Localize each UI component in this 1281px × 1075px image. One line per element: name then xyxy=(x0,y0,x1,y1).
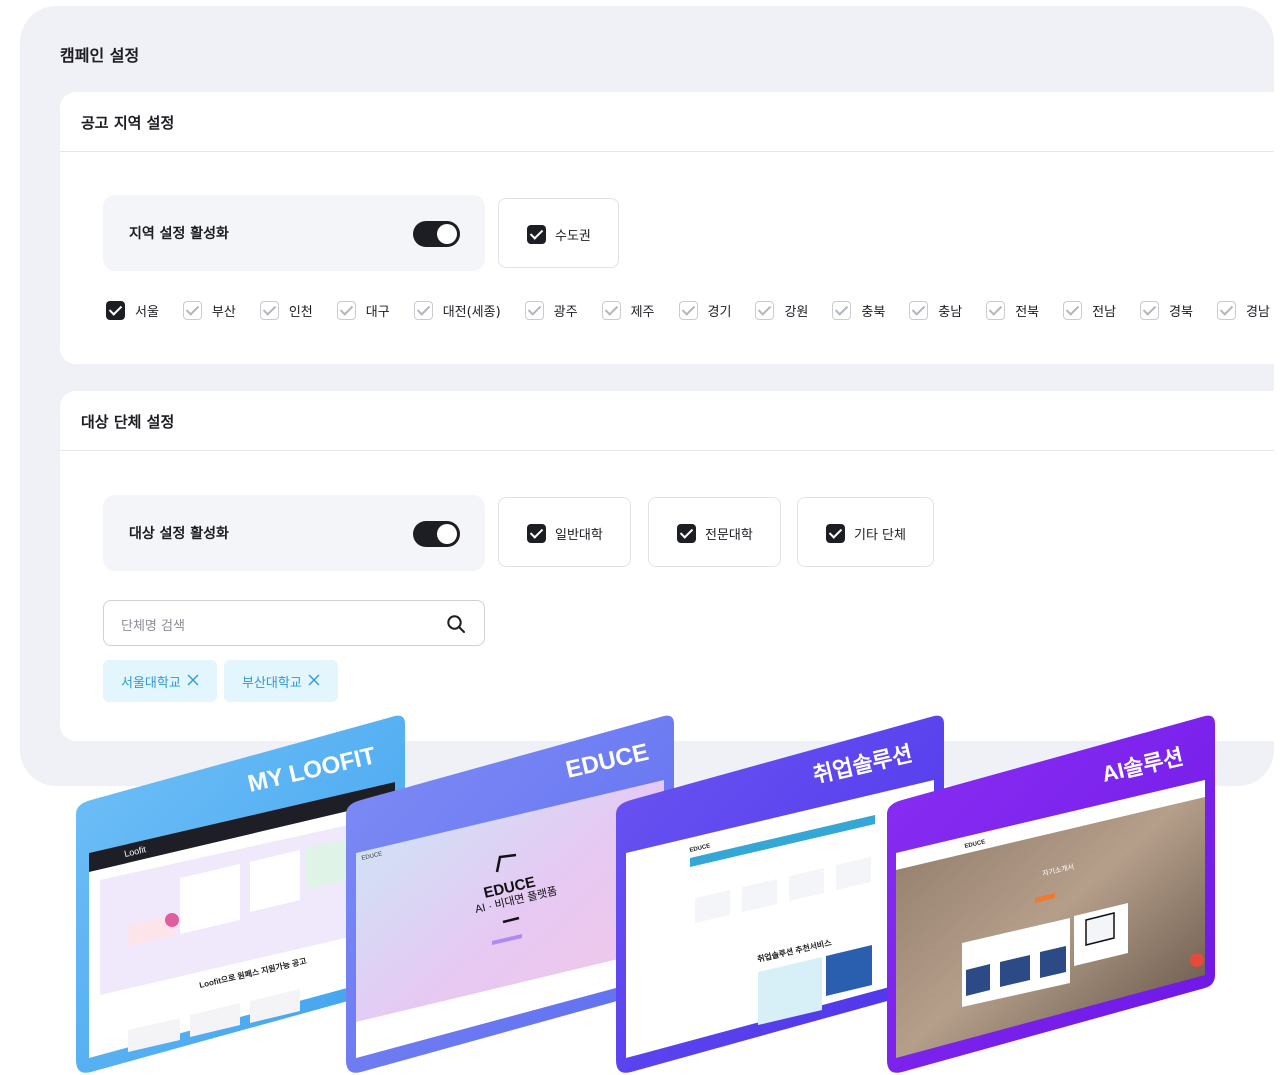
close-icon[interactable] xyxy=(308,674,320,686)
target-settings-card: 대상 단체 설정 대상 설정 활성화 일반대학 전문대학 기타 단체 단체명 검… xyxy=(60,391,1274,741)
region-option-gyeonggi[interactable]: 경기 xyxy=(678,300,731,320)
checkbox-unchecked-icon xyxy=(678,300,698,320)
checkbox-unchecked-icon xyxy=(601,300,621,320)
region-option-chungnam[interactable]: 충남 xyxy=(909,300,962,320)
target-option-university[interactable]: 일반대학 xyxy=(498,497,631,567)
organization-search-input[interactable]: 단체명 검색 xyxy=(103,600,485,646)
checkbox-unchecked-icon xyxy=(413,300,433,320)
brand-showcase: Loofit Loofit으로 원페스 지원가능 공고 MY LOOFIT ED… xyxy=(76,715,1215,1073)
region-option-jeonnam[interactable]: 전남 xyxy=(1063,300,1116,320)
region-option-seoul[interactable]: 서울 xyxy=(106,300,159,320)
checkbox-unchecked-icon xyxy=(182,300,202,320)
region-toggle-switch[interactable] xyxy=(413,221,460,247)
region-option-jeju[interactable]: 제주 xyxy=(601,300,655,320)
region-group-capital[interactable]: 수도권 xyxy=(498,198,619,268)
selected-tag: 서울대학교 xyxy=(103,660,217,702)
checkbox-unchecked-icon xyxy=(832,300,852,320)
checkbox-checked-icon xyxy=(826,524,845,543)
selected-tag: 부산대학교 xyxy=(224,660,338,702)
region-option-gyeongnam[interactable]: 경남 xyxy=(1216,300,1270,320)
toggle-knob xyxy=(437,224,457,244)
target-option-college[interactable]: 전문대학 xyxy=(648,497,781,567)
region-toggle-label: 지역 설정 활성화 xyxy=(129,226,229,242)
checkbox-unchecked-icon xyxy=(524,300,544,320)
region-option-gyeongbuk[interactable]: 경북 xyxy=(1140,300,1193,320)
target-option-other[interactable]: 기타 단체 xyxy=(797,497,934,567)
checkbox-checked-icon xyxy=(527,524,546,543)
region-option-gangwon[interactable]: 강원 xyxy=(755,300,808,320)
checkbox-checked-icon xyxy=(106,300,125,320)
region-option-jeonbuk[interactable]: 전북 xyxy=(986,300,1039,320)
region-option-daegu[interactable]: 대구 xyxy=(336,300,390,320)
region-group-label: 수도권 xyxy=(555,229,591,244)
checkbox-checked-icon xyxy=(527,225,546,244)
checkbox-unchecked-icon xyxy=(909,300,929,320)
search-placeholder: 단체명 검색 xyxy=(121,619,185,634)
region-option-chungbuk[interactable]: 충북 xyxy=(832,300,885,320)
checkbox-unchecked-icon xyxy=(1063,300,1083,320)
checkbox-unchecked-icon xyxy=(1216,300,1236,320)
target-toggle-switch[interactable] xyxy=(413,521,460,547)
target-toggle-panel: 대상 설정 활성화 xyxy=(103,495,485,571)
region-option-gwangju[interactable]: 광주 xyxy=(524,300,578,320)
region-settings-card: 공고 지역 설정 지역 설정 활성화 수도권 서울 부산 인천 대구 대전(세종… xyxy=(60,92,1274,364)
target-settings-heading: 대상 단체 설정 xyxy=(60,391,1274,451)
tag-label: 부산대학교 xyxy=(242,676,302,691)
region-toggle-panel: 지역 설정 활성화 xyxy=(103,195,485,271)
close-icon[interactable] xyxy=(187,674,199,686)
region-settings-heading: 공고 지역 설정 xyxy=(60,92,1274,152)
region-checkbox-list: 서울 부산 인천 대구 대전(세종) 광주 제주 경기 강원 충북 충남 전북 … xyxy=(106,300,1281,320)
checkbox-checked-icon xyxy=(677,524,696,543)
checkbox-unchecked-icon xyxy=(1140,300,1160,320)
region-option-incheon[interactable]: 인천 xyxy=(259,300,313,320)
checkbox-unchecked-icon xyxy=(755,300,775,320)
toggle-knob xyxy=(437,524,457,544)
checkbox-unchecked-icon xyxy=(259,300,279,320)
search-icon[interactable] xyxy=(446,614,466,634)
campaign-panel: 캠페인 설정 공고 지역 설정 지역 설정 활성화 수도권 서울 부산 인천 대… xyxy=(20,6,1274,786)
checkbox-unchecked-icon xyxy=(336,300,356,320)
campaign-title: 캠페인 설정 xyxy=(60,46,140,65)
region-option-busan[interactable]: 부산 xyxy=(182,300,236,320)
tag-label: 서울대학교 xyxy=(121,676,181,691)
target-toggle-label: 대상 설정 활성화 xyxy=(129,526,229,542)
region-option-daejeon[interactable]: 대전(세종) xyxy=(413,300,501,320)
checkbox-unchecked-icon xyxy=(986,300,1006,320)
